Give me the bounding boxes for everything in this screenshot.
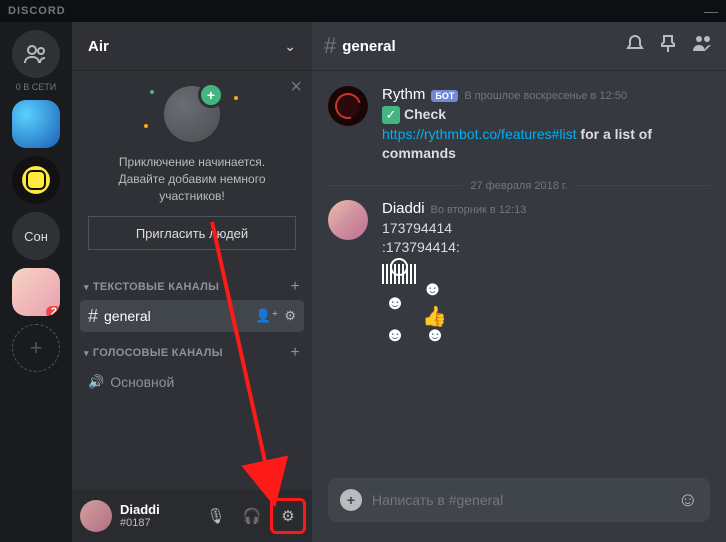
hash-icon: # [88, 306, 98, 327]
create-invite-icon[interactable]: 👤⁺ [255, 308, 278, 324]
chevron-down-icon: ▾ [84, 282, 89, 293]
message-content: 173794414 :173794414: ☻ ☻👍 ☻ ☻ [382, 219, 710, 348]
mute-mic-icon[interactable]: 🎙 [200, 500, 232, 532]
voice-channel-main[interactable]: 🔊 Основной [80, 366, 304, 398]
people-icon [23, 44, 49, 64]
speaker-icon: 🔊 [88, 374, 104, 390]
custom-emoji-icon [382, 264, 416, 284]
channel-list: ▾ ТЕКСТОВЫЕ КАНАЛЫ + # general 👤⁺ ⚙ ▾ ГО… [72, 266, 312, 490]
message: Rythm БОТ В прошлое воскресенье в 12:50 … [328, 86, 710, 164]
thumbs-up-emoji-icon: ☻👍 [422, 290, 448, 316]
message-link[interactable]: https://rythmbot.co/features#list [382, 126, 577, 142]
server-item-4[interactable]: 2 [12, 268, 60, 316]
message-input[interactable] [372, 492, 668, 508]
message-author[interactable]: Diaddi [382, 200, 425, 217]
channel-settings-icon[interactable]: ⚙ [284, 308, 296, 324]
server-rail: 0 В СЕТИ Сон 2 + [0, 22, 72, 542]
chat-header: # general [312, 22, 726, 70]
message-author[interactable]: Rythm [382, 86, 425, 103]
channel-sidebar: Air ⌄ × Приключение начинается. Давайте … [72, 22, 312, 542]
smile-emoji-icon: ☻ [382, 290, 408, 316]
notifications-icon[interactable] [626, 34, 644, 59]
invite-people-button[interactable]: Пригласить людей [88, 216, 296, 250]
user-footer: Diaddi #0187 🎙 🎧 ⚙ [72, 490, 312, 542]
channel-title: # general [324, 33, 396, 59]
message: Diaddi Во вторник в 12:13 173794414 :173… [328, 200, 710, 348]
invite-text: Приключение начинается. Давайте добавим … [118, 154, 265, 204]
server-item-1[interactable] [12, 100, 60, 148]
message-timestamp: В прошлое воскресенье в 12:50 [464, 90, 627, 102]
message-compose: + ☺ [328, 478, 710, 522]
friends-button[interactable] [12, 30, 60, 78]
text-channels-category[interactable]: ▾ ТЕКСТОВЫЕ КАНАЛЫ + [80, 266, 304, 300]
titlebar: DISCORD — [0, 0, 726, 22]
online-count-label: 0 В СЕТИ [16, 82, 56, 92]
add-channel-icon[interactable]: + [290, 278, 300, 296]
user-avatar[interactable] [80, 500, 112, 532]
emoji-picker-icon[interactable]: ☺ [678, 489, 698, 512]
invite-card: × Приключение начинается. Давайте добави… [72, 70, 312, 266]
user-settings-icon[interactable]: ⚙ [272, 500, 304, 532]
server-item-3[interactable]: Сон [12, 212, 60, 260]
message-avatar[interactable] [328, 86, 368, 126]
channel-general[interactable]: # general 👤⁺ ⚙ [80, 300, 304, 332]
deafen-icon[interactable]: 🎧 [236, 500, 268, 532]
message-timestamp: Во вторник в 12:13 [431, 204, 527, 216]
user-info: Diaddi #0187 [120, 503, 192, 529]
bot-tag: БОТ [431, 90, 458, 102]
voice-channels-category[interactable]: ▾ ГОЛОСОВЫЕ КАНАЛЫ + [80, 332, 304, 366]
server-name: Air [88, 38, 284, 55]
chevron-down-icon: ⌄ [284, 38, 296, 55]
close-icon[interactable]: × [290, 76, 302, 99]
message-content: ✓Check https://rythmbot.co/features#list… [382, 105, 710, 164]
message-avatar[interactable] [328, 200, 368, 240]
message-list[interactable]: Rythm БОТ В прошлое воскресенье в 12:50 … [312, 70, 726, 478]
chevron-down-icon: ▾ [84, 348, 89, 359]
add-channel-icon[interactable]: + [290, 344, 300, 362]
notification-badge: 2 [46, 306, 60, 316]
member-list-icon[interactable] [692, 34, 714, 59]
chat-area: # general [312, 22, 726, 542]
date-divider: 27 февраля 2018 г. [328, 180, 710, 192]
window-minimize-icon[interactable]: — [704, 3, 718, 19]
server-header[interactable]: Air ⌄ [72, 22, 312, 70]
check-emoji-icon: ✓ [382, 106, 400, 124]
app-logo: DISCORD [8, 5, 66, 17]
server-item-2[interactable] [12, 156, 60, 204]
grin-emoji-icon: ☻ [382, 322, 408, 348]
invite-avatar-icon [164, 86, 220, 142]
pinned-icon[interactable] [660, 34, 676, 59]
add-server-button[interactable]: + [12, 324, 60, 372]
attach-icon[interactable]: + [340, 489, 362, 511]
cool-emoji-icon: ☻ [422, 322, 448, 348]
hash-icon: # [324, 33, 336, 59]
